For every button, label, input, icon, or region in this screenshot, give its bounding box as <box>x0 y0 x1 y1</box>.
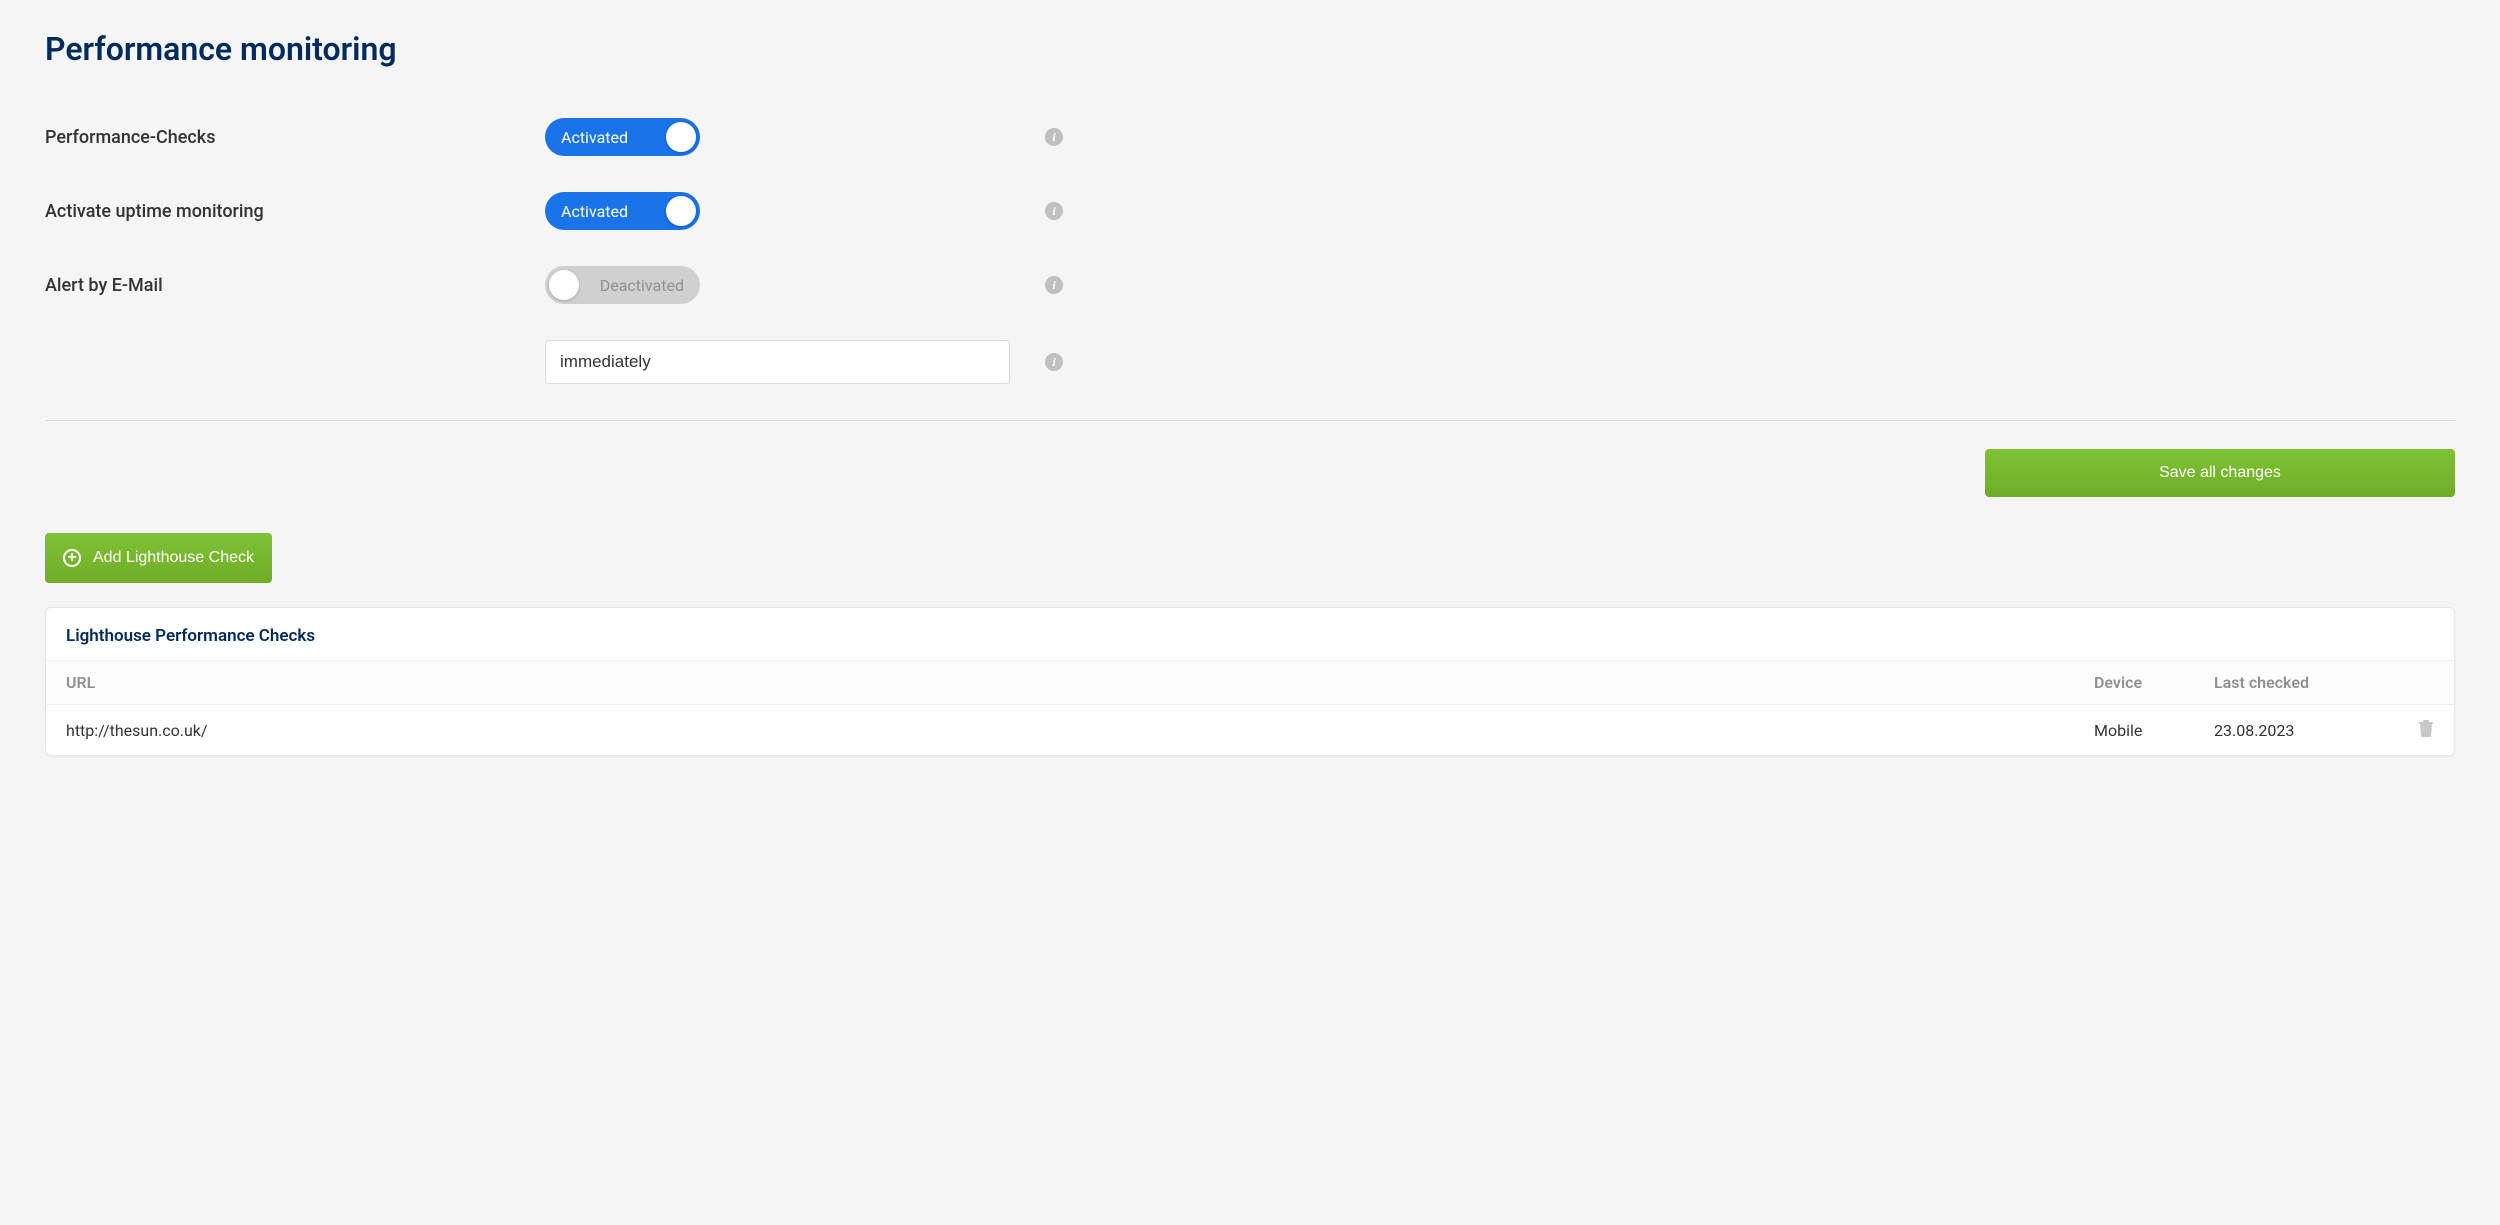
toggle-state-label: Activated <box>561 202 628 221</box>
alert-email-label: Alert by E-Mail <box>45 275 545 296</box>
save-button[interactable]: Save all changes <box>1985 449 2455 497</box>
add-lighthouse-check-button[interactable]: + Add Lighthouse Check <box>45 533 272 583</box>
performance-checks-toggle[interactable]: Activated <box>545 118 700 156</box>
alert-email-toggle[interactable]: Deactivated <box>545 266 700 304</box>
performance-checks-label: Performance-Checks <box>45 127 545 148</box>
info-icon[interactable]: i <box>1045 202 1063 220</box>
col-header-url: URL <box>46 661 2074 705</box>
info-icon[interactable]: i <box>1045 353 1063 371</box>
toggle-state-label: Activated <box>561 128 628 147</box>
col-header-last-checked: Last checked <box>2194 661 2394 705</box>
add-check-label: Add Lighthouse Check <box>93 549 254 567</box>
uptime-monitoring-label: Activate uptime monitoring <box>45 201 545 222</box>
toggle-knob <box>666 196 696 226</box>
info-icon[interactable]: i <box>1045 128 1063 146</box>
cell-url: http://thesun.co.uk/ <box>46 705 2074 756</box>
toggle-knob <box>666 122 696 152</box>
lighthouse-checks-table: URL Device Last checked http://thesun.co… <box>46 660 2454 755</box>
toggle-state-label: Deactivated <box>600 276 684 295</box>
alert-frequency-select[interactable] <box>545 340 1010 384</box>
plus-circle-icon: + <box>63 549 81 567</box>
cell-device: Mobile <box>2074 705 2194 756</box>
divider <box>45 420 2455 421</box>
info-icon[interactable]: i <box>1045 276 1063 294</box>
panel-title: Lighthouse Performance Checks <box>46 608 2454 660</box>
toggle-knob <box>549 270 579 300</box>
page-title: Performance monitoring <box>45 30 2455 68</box>
trash-icon[interactable] <box>2418 719 2434 737</box>
cell-last-checked: 23.08.2023 <box>2194 705 2394 756</box>
uptime-monitoring-toggle[interactable]: Activated <box>545 192 700 230</box>
col-header-device: Device <box>2074 661 2194 705</box>
table-row[interactable]: http://thesun.co.uk/ Mobile 23.08.2023 <box>46 705 2454 756</box>
lighthouse-checks-panel: Lighthouse Performance Checks URL Device… <box>45 607 2455 756</box>
